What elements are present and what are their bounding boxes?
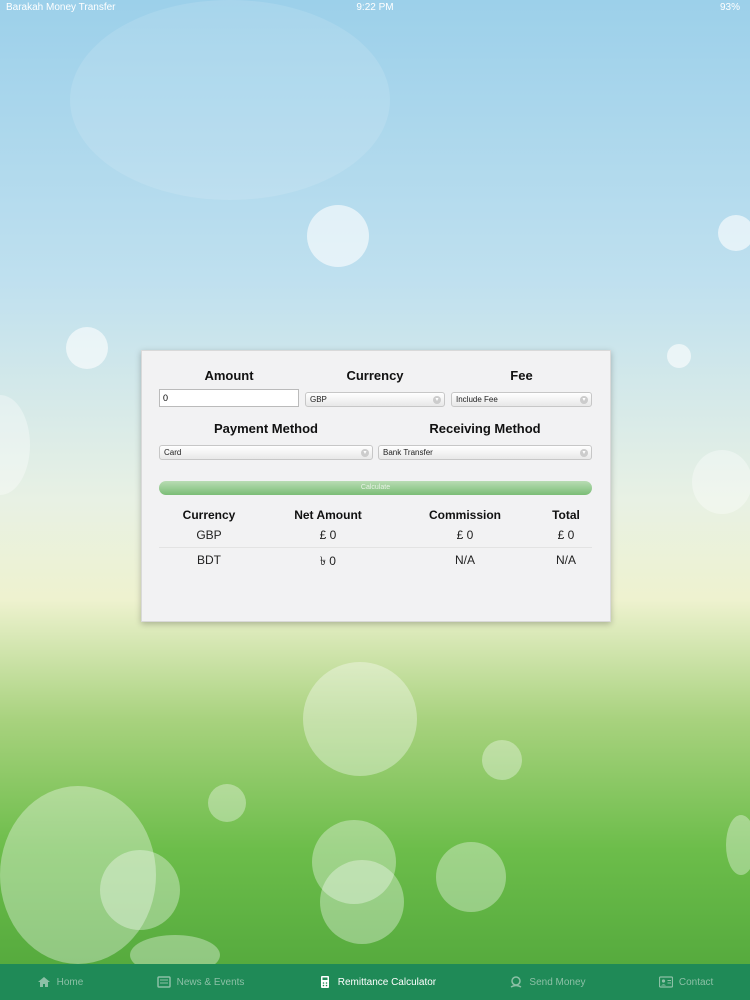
amount-label: Amount: [204, 368, 254, 383]
tab-home[interactable]: Home: [37, 976, 84, 988]
background-bokeh: [692, 450, 750, 514]
fee-label: Fee: [510, 368, 533, 383]
background-bokeh: [718, 215, 750, 251]
contact-icon: [658, 976, 673, 988]
background-bokeh: [66, 327, 108, 369]
table-cell: GBP: [196, 528, 222, 542]
tab-label: News & Events: [176, 976, 245, 988]
chevron-down-icon: ▾: [580, 396, 588, 404]
remittance-calculator-panel: Amount Currency Fee 0 GBP ▾ Include Fee …: [141, 350, 611, 622]
chevron-down-icon: ▾: [361, 449, 369, 457]
home-icon: [37, 976, 51, 988]
table-cell: £ 0: [456, 528, 474, 542]
receiving-method-label: Receiving Method: [429, 421, 541, 436]
row-divider: [159, 547, 592, 548]
table-cell: ৳ 0: [320, 554, 336, 568]
calculator-icon: [318, 976, 332, 988]
background-bokeh: [726, 815, 750, 875]
tab-label: Send Money: [529, 976, 586, 988]
table-header: Net Amount: [294, 508, 362, 522]
status-bar: Barakah Money Transfer 9:22 PM 93%: [0, 0, 750, 16]
tab-news-events[interactable]: News & Events: [156, 976, 245, 988]
background-bokeh: [208, 784, 246, 822]
tab-label: Contact: [678, 976, 714, 988]
table-cell: £ 0: [319, 528, 337, 542]
background-bokeh: [667, 344, 691, 368]
chevron-down-icon: ▾: [580, 449, 588, 457]
amount-input[interactable]: 0: [159, 389, 299, 407]
chevron-down-icon: ▾: [433, 396, 441, 404]
payment-method-label: Payment Method: [213, 421, 318, 436]
background-bokeh: [100, 850, 180, 930]
currency-select[interactable]: GBP ▾: [305, 392, 445, 407]
currency-label: Currency: [346, 368, 404, 383]
table-cell: N/A: [555, 553, 576, 567]
bottom-tab-bar: Home News & Events Remittance Calculator…: [0, 964, 750, 1000]
payment-method-select[interactable]: Card ▾: [159, 445, 373, 460]
background-bokeh: [70, 0, 390, 200]
send-money-icon: [509, 976, 523, 988]
background-bokeh: [307, 205, 369, 267]
tab-remittance-calculator[interactable]: Remittance Calculator: [318, 976, 436, 988]
fee-select[interactable]: Include Fee ▾: [451, 392, 592, 407]
calculate-button[interactable]: Calculate: [159, 481, 592, 495]
table-cell: BDT: [197, 553, 221, 567]
tab-contact[interactable]: Contact: [658, 976, 714, 988]
receiving-method-value: Bank Transfer: [383, 448, 433, 457]
background-bokeh: [0, 395, 30, 495]
payment-method-value: Card: [164, 448, 182, 457]
table-header: Currency: [182, 508, 236, 522]
table-cell: £ 0: [557, 528, 575, 542]
receiving-method-select[interactable]: Bank Transfer ▾: [378, 445, 592, 460]
background-bokeh: [303, 662, 417, 776]
tab-send-money[interactable]: Send Money: [509, 976, 586, 988]
background-bokeh: [320, 860, 404, 944]
table-header: Total: [552, 508, 580, 522]
background-bokeh: [436, 842, 506, 912]
tab-label: Home: [56, 976, 84, 988]
news-icon: [156, 976, 171, 988]
currency-select-value: GBP: [310, 395, 327, 404]
table-cell: N/A: [454, 553, 475, 567]
background-bokeh: [482, 740, 522, 780]
battery-label: 93%: [719, 2, 740, 13]
table-header: Commission: [428, 508, 501, 522]
status-time: 9:22 PM: [356, 2, 394, 13]
fee-select-value: Include Fee: [456, 395, 498, 404]
tab-label: Remittance Calculator: [337, 976, 437, 988]
